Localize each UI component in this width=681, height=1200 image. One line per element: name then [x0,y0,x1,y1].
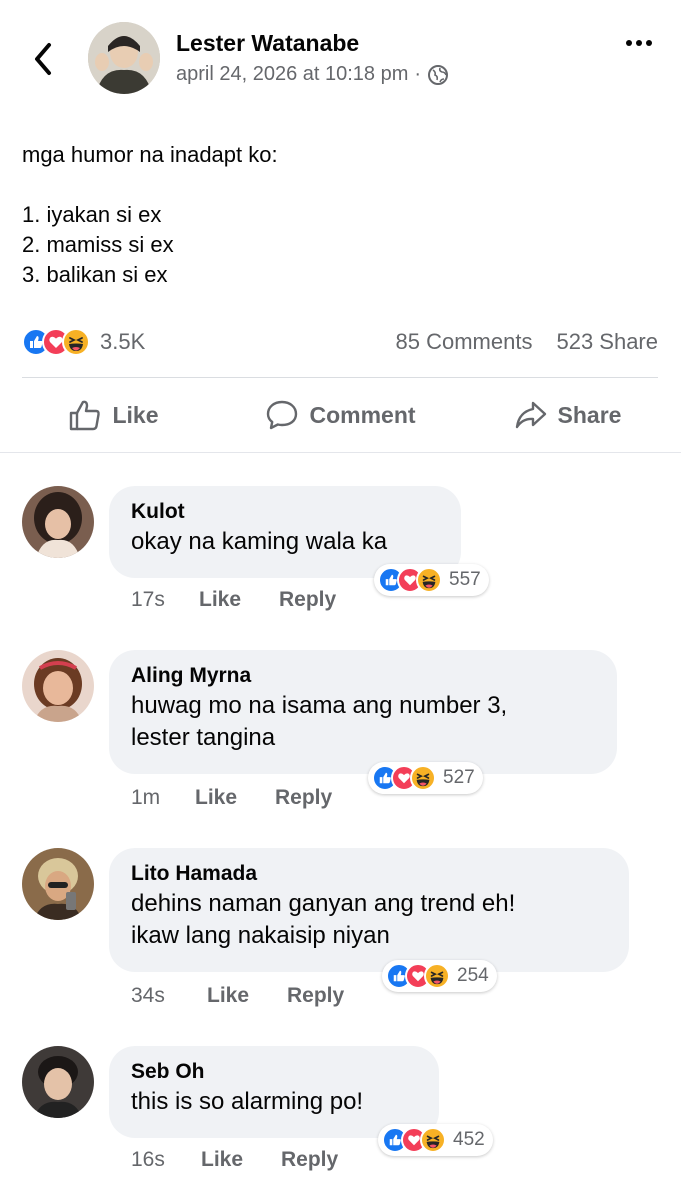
post-text-line: mga humor na inadapt ko: [22,142,278,167]
commenter-name[interactable]: Seb Oh [131,1058,417,1086]
post-stats: 3.5K 85 Comments 523 Share [22,322,658,362]
haha-reaction-icon [62,328,90,356]
haha-reaction-icon [416,567,442,593]
avatar[interactable] [22,848,94,920]
comment-reactions[interactable]: 557 [374,564,489,596]
comment-reactions[interactable]: 452 [378,1124,493,1156]
comment-text: dehins naman ganyan ang trend eh! [131,890,516,917]
comments-count[interactable]: 85 Comments [396,329,533,355]
comment-text: okay na kaming wala ka [131,528,388,555]
post-text-line [22,170,662,200]
avatar[interactable] [22,486,94,558]
comment-reaction-count: 254 [457,965,489,986]
author-name[interactable]: Lester Watanabe [176,30,359,57]
comment-text: ikaw lang nakaisip niyan [131,922,390,949]
more-options-button[interactable] [619,30,659,56]
comment-reply-button[interactable]: Reply [275,786,332,810]
comment-time[interactable]: 17s [131,588,199,612]
comment-reactions[interactable]: 254 [382,960,497,992]
meta-separator: · [414,63,422,85]
comment-time[interactable]: 1m [131,786,195,810]
commenter-name[interactable]: Lito Hamada [131,860,607,888]
haha-reaction-icon [424,963,450,989]
comment-reactions[interactable]: 527 [368,762,483,794]
globe-icon [428,64,449,85]
comment-like-button[interactable]: Like [199,588,279,612]
post-timestamp[interactable]: april 24, 2026 at 10:18 pm [176,63,408,86]
post-meta: april 24, 2026 at 10:18 pm · [176,63,449,86]
avatar[interactable] [22,650,94,722]
like-button[interactable]: Like [0,388,227,442]
share-arrow-icon [515,401,546,429]
comment-reply-button[interactable]: Reply [279,588,336,612]
comment-reaction-count: 527 [443,767,475,788]
comment-meta: 34s Like Reply [131,984,344,1008]
more-horizontal-icon [626,40,632,46]
commenter-name[interactable]: Aling Myrna [131,662,595,690]
post-header: Lester Watanabe april 24, 2026 at 10:18 … [0,0,681,110]
section-separator [0,452,681,453]
post-text-line: 3. balikan si ex [22,262,168,287]
comment-meta: 16s Like Reply [131,1148,338,1172]
comment-like-button[interactable]: Like [207,984,287,1008]
share-button[interactable]: Share [454,388,681,442]
share-label: Share [557,401,622,428]
shares-count[interactable]: 523 Share [556,329,658,355]
divider [22,377,658,378]
comment-text: this is so alarming po! [131,1088,364,1115]
reaction-count[interactable]: 3.5K [100,329,145,355]
post-text-line: 1. iyakan si ex [22,202,162,227]
comment-label: Comment [309,401,416,428]
comment-reaction-count: 557 [449,569,481,590]
haha-reaction-icon [420,1127,446,1153]
comment-meta: 1m Like Reply [131,786,332,810]
comment-time[interactable]: 34s [131,984,207,1008]
comment-bubble[interactable]: Aling Myrna huwag mo na isama ang number… [109,650,617,774]
back-button[interactable] [28,40,58,78]
comment-meta: 17s Like Reply [131,588,336,612]
haha-reaction-icon [410,765,436,791]
commenter-name[interactable]: Kulot [131,498,439,526]
comment-time[interactable]: 16s [131,1148,201,1172]
chevron-left-icon [35,43,51,75]
post-text: mga humor na inadapt ko: 1. iyakan si ex… [22,140,662,290]
comment-bubble-icon [267,400,298,430]
comment-text: lester tangina [131,724,276,751]
comment-button[interactable]: Comment [227,388,454,442]
post-actions: Like Comment Share [0,388,681,442]
comment-reaction-count: 452 [453,1129,485,1150]
comment-reply-button[interactable]: Reply [287,984,344,1008]
like-label: Like [112,401,159,428]
avatar[interactable] [22,1046,94,1118]
comment-text: huwag mo na isama ang number 3, [131,692,508,719]
comment-like-button[interactable]: Like [195,786,275,810]
author-avatar[interactable] [88,22,160,94]
reaction-summary[interactable] [22,328,90,356]
thumbs-up-icon [70,400,101,431]
post-text-line: 2. mamiss si ex [22,232,174,257]
comment-reply-button[interactable]: Reply [281,1148,338,1172]
comment-bubble[interactable]: Lito Hamada dehins naman ganyan ang tren… [109,848,629,972]
comment-like-button[interactable]: Like [201,1148,281,1172]
